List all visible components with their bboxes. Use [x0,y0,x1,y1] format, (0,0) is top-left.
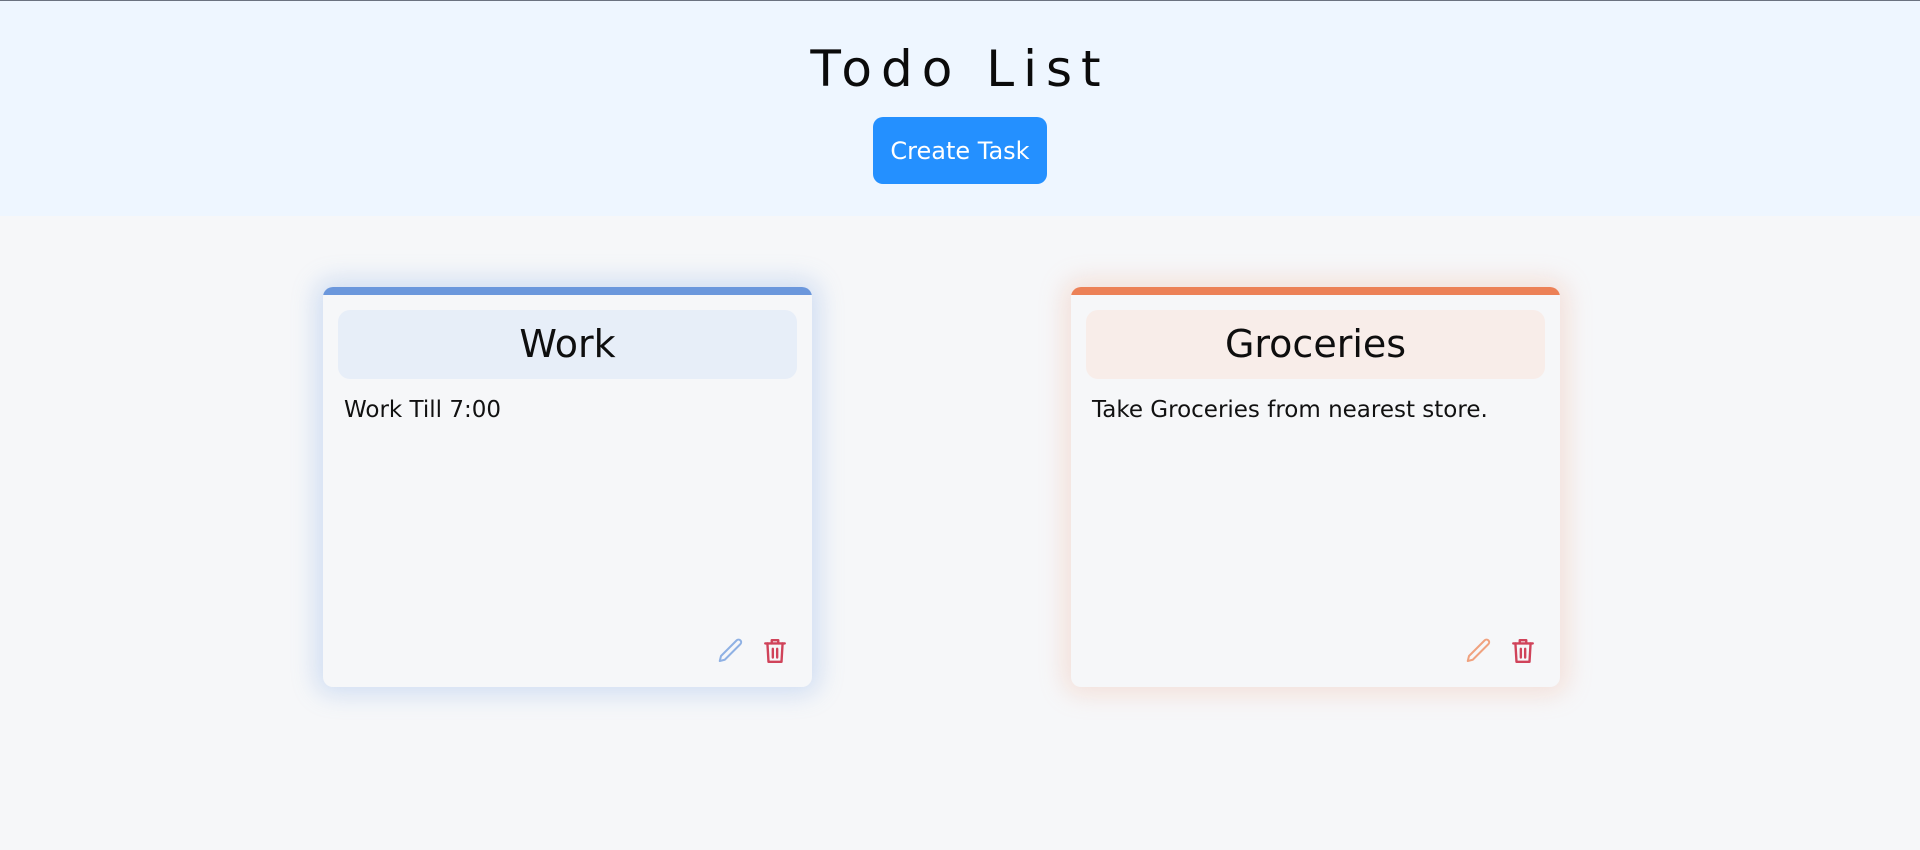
card-actions [716,635,790,667]
card-accent-bar [323,287,812,295]
create-task-button[interactable]: Create Task [873,117,1047,184]
card-description: Work Till 7:00 [344,397,502,423]
card-category: Groceries [1086,310,1545,379]
task-card-work: Work Work Till 7:00 [323,287,812,687]
task-card-groceries: Groceries Take Groceries from nearest st… [1071,287,1560,687]
pencil-icon [718,638,743,662]
edit-task-button[interactable] [1464,635,1494,667]
page-title: Todo List [810,40,1110,98]
trash-icon [764,638,786,664]
page-header: Todo List Create Task [0,0,1920,216]
card-category: Work [338,310,797,379]
card-actions [1464,635,1538,667]
edit-task-button[interactable] [716,635,746,667]
delete-task-button[interactable] [1508,635,1538,667]
delete-task-button[interactable] [760,635,790,667]
pencil-icon [1466,638,1491,662]
trash-icon [1512,638,1534,664]
card-accent-bar [1071,287,1560,295]
card-description: Take Groceries from nearest store. [1092,397,1488,423]
